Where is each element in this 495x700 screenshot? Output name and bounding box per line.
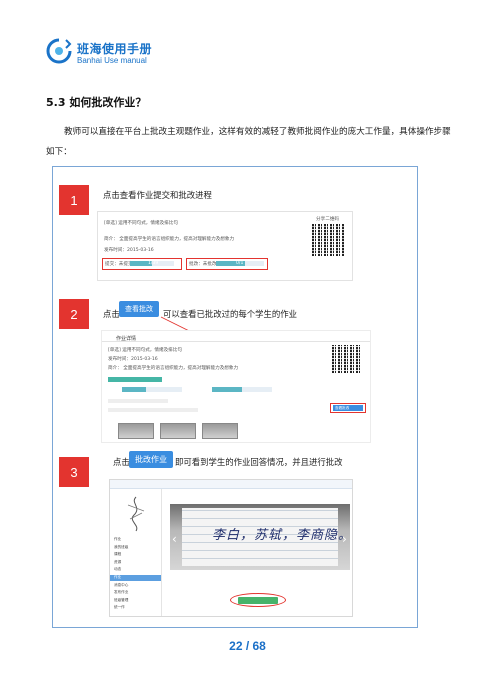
- step-3-number: 3: [59, 457, 89, 487]
- step-2-text-after: 可以查看已批改过的每个学生的作业: [163, 309, 297, 319]
- brand-logo: 班海使用手册 Banhai Use manual: [46, 38, 186, 70]
- shot2-status-bar: [108, 377, 162, 382]
- screenshot-homework-detail: 作业详情 [单选] 运用不同句式，情绪及排比句 发布时间：2015-03-16 …: [101, 330, 371, 443]
- left-nav-item[interactable]: 资源: [114, 560, 121, 565]
- step-2-number: 2: [59, 299, 89, 329]
- handwriting-text: 李白，苏轼，李商隐。: [212, 528, 353, 543]
- left-nav-item[interactable]: 发布作业: [114, 590, 128, 595]
- left-nav-item[interactable]: 班级管理: [114, 598, 128, 603]
- logo-title: 班海使用手册: [77, 42, 153, 56]
- step-3-text-after: 即可看到学生的作业回答情况，并且进行批改: [175, 457, 343, 467]
- screenshot-progress: [单选] 运用不同句式，情绪及排比句 简介： 全面提高学生的语言组织能力，提高对…: [97, 211, 353, 281]
- shot2-line2: 发布时间：2015-03-16: [108, 357, 158, 362]
- screenshot-review-page: 作业 我的班级 课程 资源 动态 作业 消息中心 发布作业 班级管理 统一作 李白，苏轼，李商隐。…: [109, 479, 353, 617]
- review-progress-value: 0/1: [236, 261, 244, 266]
- handwriting-panel: 李白，苏轼，李商隐。 ‹ ›: [170, 504, 353, 570]
- shot2-line1: [单选] 运用不同句式，情绪及排比句: [108, 348, 182, 353]
- shot1-line3: 发布时间：2015-03-16: [104, 248, 154, 253]
- shot2-line3: 简介： 全面提高学生的语言组织能力，提高对理解能力及想象力: [108, 366, 239, 371]
- review-left-nav: 作业 我的班级 课程 资源 动态 作业 消息中心 发布作业 班级管理 统一作: [110, 489, 162, 616]
- left-nav-item[interactable]: 消息中心: [114, 583, 128, 588]
- ink-figure-icon: [127, 496, 145, 532]
- review-homework-chip: 批改作业: [129, 451, 173, 468]
- left-nav-item[interactable]: 统一作: [114, 605, 125, 610]
- view-review-chip: 查看批改: [119, 301, 159, 317]
- shot1-line2: 简介： 全面提高学生的语言组织能力，提高对理解能力及想象力: [104, 237, 235, 242]
- page-number: 22 / 68: [229, 639, 266, 653]
- logo-subtitle: Banhai Use manual: [77, 56, 147, 65]
- student-thumb-1: [118, 423, 154, 439]
- left-nav-item[interactable]: 课程: [114, 552, 121, 557]
- submit-progress-value: 1/39: [148, 261, 159, 266]
- submit-progress-label: 提交：未提交: [105, 262, 133, 267]
- next-arrow-icon[interactable]: ›: [342, 532, 347, 546]
- left-nav-item[interactable]: 作业: [110, 575, 161, 581]
- review-top-nav: [110, 480, 352, 489]
- view-review-button-label: 查看批改: [335, 405, 350, 410]
- intro-paragraph: 教师可以直接在平台上批改主观题作业，这样有效的减轻了教师批阅作业的庞大工作量，具…: [46, 127, 451, 157]
- student-thumb-2: [160, 423, 196, 439]
- submit-review-highlight: [230, 593, 286, 607]
- shot2-qr-code-icon: [332, 345, 360, 373]
- left-nav-item[interactable]: 我的班级: [114, 545, 128, 550]
- student-thumb-3: [202, 423, 238, 439]
- banhai-logo-icon: [46, 38, 72, 64]
- step-1-number: 1: [59, 185, 89, 215]
- step-1-text: 点击查看作业提交和批改进程: [103, 190, 212, 200]
- shot1-line1: [单选] 运用不同句式，情绪及排比句: [104, 221, 178, 226]
- step-3-text-before: 点击: [113, 457, 130, 467]
- prev-arrow-icon[interactable]: ‹: [172, 532, 177, 546]
- review-progress-label: 批改：未批改: [189, 262, 217, 267]
- left-nav-item[interactable]: 动态: [114, 567, 121, 572]
- steps-frame: 1 点击查看作业提交和批改进程 [单选] 运用不同句式，情绪及排比句 简介： 全…: [52, 166, 418, 628]
- section-heading: 5.3 如何批改作业？: [46, 96, 147, 109]
- qr-code-icon: [312, 224, 344, 256]
- step-2-text-before: 点击: [103, 309, 120, 319]
- qr-caption: 分享二维码: [316, 217, 339, 222]
- left-nav-item[interactable]: 作业: [114, 537, 121, 542]
